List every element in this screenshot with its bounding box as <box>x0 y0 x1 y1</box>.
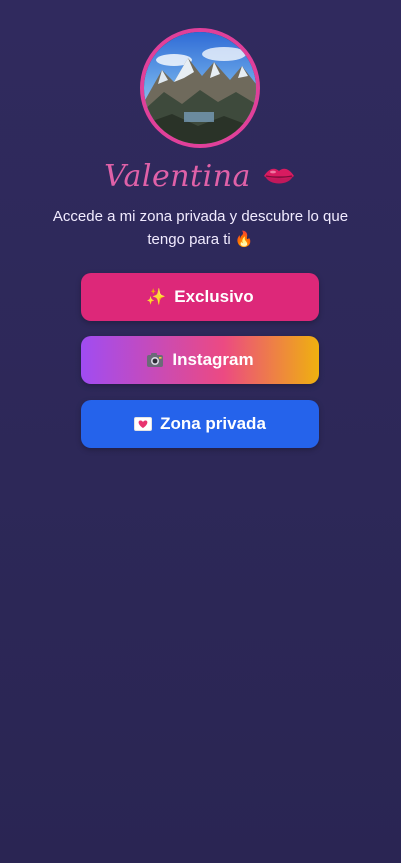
exclusive-button-label: Exclusivo <box>174 287 254 306</box>
private-zone-button[interactable]: Zona privada <box>81 400 319 448</box>
heart-letter-icon <box>134 417 153 431</box>
instagram-button[interactable]: Instagram <box>81 336 319 384</box>
exclusive-button[interactable]: ✨ Exclusivo <box>81 273 319 321</box>
avatar-photo <box>144 32 256 144</box>
kiss-icon <box>261 158 297 194</box>
avatar <box>140 28 260 148</box>
camera-icon <box>146 352 164 368</box>
private-zone-button-label: Zona privada <box>160 414 266 433</box>
sparkles-icon: ✨ <box>146 289 167 306</box>
instagram-button-label: Instagram <box>172 350 254 369</box>
profile-name: Valentina <box>104 158 251 194</box>
link-page: Valentina Accede a mi zona privada y des… <box>0 0 401 863</box>
profile-tagline: Accede a mi zona privada y descubre lo q… <box>52 208 349 248</box>
profile-header: Valentina <box>0 152 401 200</box>
